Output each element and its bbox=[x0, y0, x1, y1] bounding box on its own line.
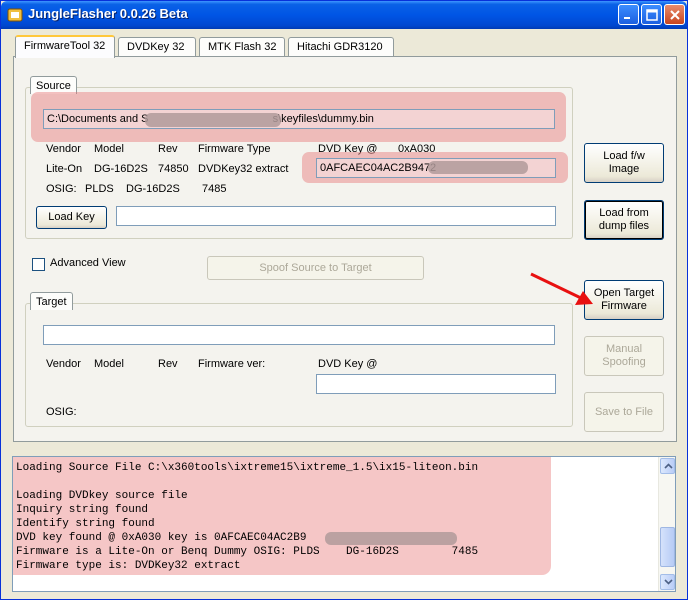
log-output[interactable]: Loading Source File C:\x360tools\ixtreme… bbox=[12, 456, 676, 592]
advanced-view-label: Advanced View bbox=[50, 257, 126, 269]
source-osig-vendor: PLDS bbox=[85, 183, 114, 195]
source-rev-header: Rev bbox=[158, 143, 178, 155]
log-line: Loading DVDkey source file bbox=[16, 490, 188, 502]
log-line: Identify string found bbox=[16, 518, 155, 530]
log-line: DVD key found @ 0xA030 key is 0AFCAEC04A… bbox=[16, 532, 307, 544]
log-line: Firmware is a Lite-On or Benq Dummy OSIG… bbox=[16, 546, 479, 558]
title-bar[interactable]: JungleFlasher 0.0.26 Beta bbox=[1, 1, 687, 29]
scroll-up-button[interactable] bbox=[660, 458, 675, 474]
target-vendor-header: Vendor bbox=[46, 358, 81, 370]
scroll-thumb[interactable] bbox=[660, 527, 675, 567]
app-icon bbox=[7, 8, 23, 22]
load-key-button[interactable]: Load Key bbox=[36, 206, 107, 229]
log-line: Loading Source File C:\x360tools\ixtreme… bbox=[16, 462, 479, 474]
redaction-blur bbox=[428, 161, 528, 174]
manual-spoofing-button[interactable]: Manual Spoofing bbox=[584, 336, 664, 376]
source-vendor-header: Vendor bbox=[46, 143, 81, 155]
source-rev-value: 74850 bbox=[158, 163, 189, 175]
target-model-header: Model bbox=[94, 358, 124, 370]
source-dvd-key-value: 0AFCAEC04AC2B9472 bbox=[320, 162, 437, 174]
source-path-field[interactable]: C:\Documents and S s\keyfiles\dummy.bin bbox=[43, 109, 555, 129]
source-model-header: Model bbox=[94, 143, 124, 155]
source-vendor-value: Lite-On bbox=[46, 163, 83, 175]
close-icon bbox=[670, 10, 680, 20]
key-field[interactable] bbox=[116, 206, 556, 226]
tab-hitachi-gdr3120[interactable]: Hitachi GDR3120 bbox=[288, 37, 394, 57]
tab-mtk-flash-32[interactable]: MTK Flash 32 bbox=[199, 37, 285, 57]
log-line: Firmware type is: DVDKey32 extract bbox=[16, 560, 241, 572]
main-window: JungleFlasher 0.0.26 Beta FirmwareTool 3… bbox=[0, 0, 688, 600]
maximize-button[interactable] bbox=[641, 4, 662, 25]
minimize-button[interactable] bbox=[618, 4, 639, 25]
target-rev-header: Rev bbox=[158, 358, 178, 370]
log-scrollbar[interactable] bbox=[658, 457, 675, 591]
scroll-down-button[interactable] bbox=[660, 574, 675, 590]
source-fw-type-header: Firmware Type bbox=[198, 143, 271, 155]
redaction-blur bbox=[145, 113, 281, 127]
target-osig-label: OSIG: bbox=[46, 406, 77, 418]
load-from-dump-files-button[interactable]: Load from dump files bbox=[584, 200, 664, 240]
redaction-blur bbox=[325, 532, 457, 545]
source-osig-rev: 7485 bbox=[202, 183, 227, 195]
source-model-value: DG-16D2S bbox=[94, 163, 148, 175]
window-title: JungleFlasher 0.0.26 Beta bbox=[28, 6, 188, 21]
source-fw-type-value: DVDKey32 extract bbox=[198, 163, 289, 175]
target-fw-ver-header: Firmware ver: bbox=[198, 358, 266, 370]
tab-dvdkey-32[interactable]: DVDKey 32 bbox=[118, 37, 196, 57]
red-arrow-icon bbox=[530, 272, 593, 305]
source-osig-model: DG-16D2S bbox=[126, 183, 180, 195]
minimize-icon bbox=[624, 17, 630, 19]
target-dvd-key-field[interactable] bbox=[316, 374, 556, 394]
close-button[interactable] bbox=[664, 4, 685, 25]
source-path-end: s\keyfiles\dummy.bin bbox=[272, 113, 374, 125]
chevron-up-icon bbox=[664, 463, 673, 469]
save-to-file-button[interactable]: Save to File bbox=[584, 392, 664, 432]
advanced-view-checkbox[interactable] bbox=[32, 258, 45, 271]
source-path-start: C:\Documents and S bbox=[47, 113, 149, 125]
target-group-label: Target bbox=[30, 292, 73, 310]
spoof-source-to-target-button[interactable]: Spoof Source to Target bbox=[207, 256, 424, 280]
target-dvd-key-header: DVD Key @ bbox=[318, 358, 378, 370]
target-path-field[interactable] bbox=[43, 325, 555, 345]
maximize-icon bbox=[646, 9, 658, 21]
chevron-down-icon bbox=[664, 579, 673, 585]
tab-firmwaretool-32[interactable]: FirmwareTool 32 bbox=[15, 35, 115, 58]
source-osig-label: OSIG: bbox=[46, 183, 77, 195]
log-line: Inquiry string found bbox=[16, 504, 149, 516]
load-fw-image-button[interactable]: Load f/w Image bbox=[584, 143, 664, 183]
